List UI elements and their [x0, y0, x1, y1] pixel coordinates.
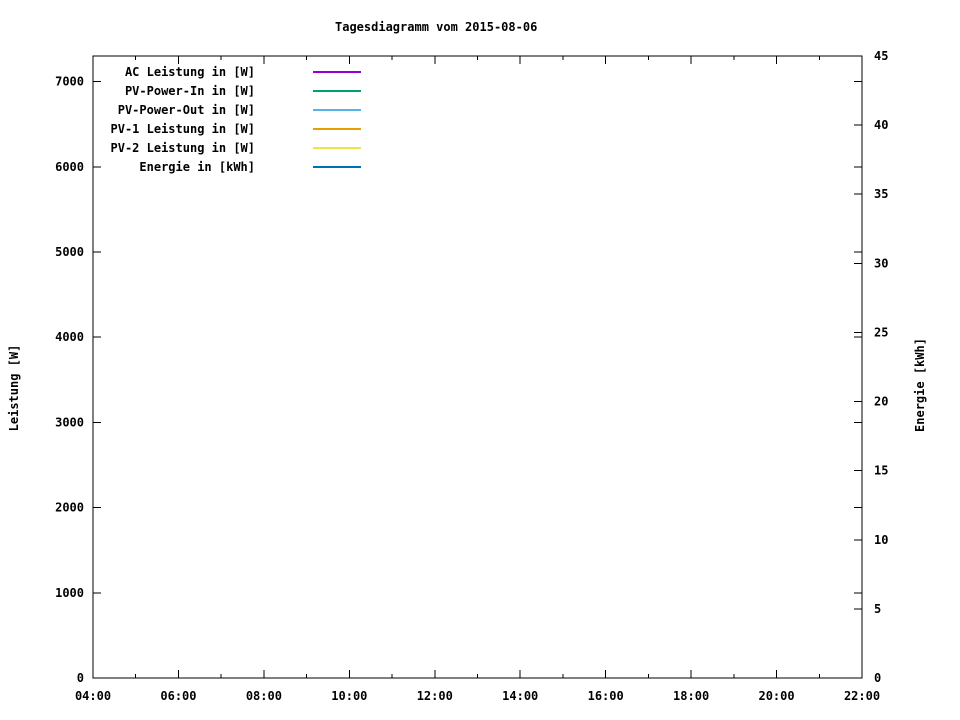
legend-label: PV-2 Leistung in [W] [110, 141, 256, 155]
y-tick-label: 2000 [55, 501, 84, 515]
legend-label: PV-Power-Out in [W] [117, 103, 255, 117]
y-axis-label: Leistung [W] [7, 345, 21, 432]
legend-label: PV-1 Leistung in [W] [110, 122, 256, 136]
x-tick-label: 08:00 [246, 689, 282, 703]
y2-tick-label: 15 [874, 464, 888, 478]
y2-tick-label: 25 [874, 325, 888, 339]
x-tick-label: 18:00 [673, 689, 709, 703]
x-tick-label: 22:00 [844, 689, 880, 703]
y-tick-label: 4000 [55, 330, 84, 344]
x-tick-label: 20:00 [758, 689, 794, 703]
y-tick-label: 3000 [55, 415, 84, 429]
chart-canvas: Tagesdiagramm vom 2015-08-06 Leistung [W… [0, 0, 960, 720]
x-tick-label: 10:00 [331, 689, 367, 703]
legend-row: PV-2 Leistung in [W] [0, 141, 960, 155]
y2-tick-label: 35 [874, 187, 888, 201]
legend-line-sample [313, 166, 361, 168]
y2-axis-label: Energie [kWh] [913, 338, 927, 432]
legend-line-sample [313, 147, 361, 149]
x-tick-label: 12:00 [417, 689, 453, 703]
y-tick-label: 5000 [55, 245, 84, 259]
legend-row: PV-1 Leistung in [W] [0, 122, 960, 136]
y2-tick-label: 10 [874, 533, 888, 547]
y2-tick-label: 5 [874, 602, 881, 616]
legend-line-sample [313, 109, 361, 111]
x-tick-label: 04:00 [75, 689, 111, 703]
legend-label: AC Leistung in [W] [124, 65, 255, 79]
y2-tick-label: 30 [874, 256, 888, 270]
legend-row: PV-Power-In in [W] [0, 84, 960, 98]
y2-tick-label: 45 [874, 49, 888, 63]
legend-line-sample [313, 90, 361, 92]
legend-label: PV-Power-In in [W] [124, 84, 255, 98]
y-tick-label: 0 [77, 671, 84, 685]
x-tick-label: 14:00 [502, 689, 538, 703]
legend-line-sample [313, 128, 361, 130]
y-tick-label: 1000 [55, 586, 84, 600]
x-tick-label: 06:00 [160, 689, 196, 703]
legend-line-sample [313, 71, 361, 73]
legend-label: Energie in [kWh] [139, 160, 255, 174]
legend-row: Energie in [kWh] [0, 160, 960, 174]
y2-tick-label: 20 [874, 395, 888, 409]
legend-row: PV-Power-Out in [W] [0, 103, 960, 117]
y2-tick-label: 0 [874, 671, 881, 685]
legend-row: AC Leistung in [W] [0, 65, 960, 79]
x-tick-label: 16:00 [588, 689, 624, 703]
